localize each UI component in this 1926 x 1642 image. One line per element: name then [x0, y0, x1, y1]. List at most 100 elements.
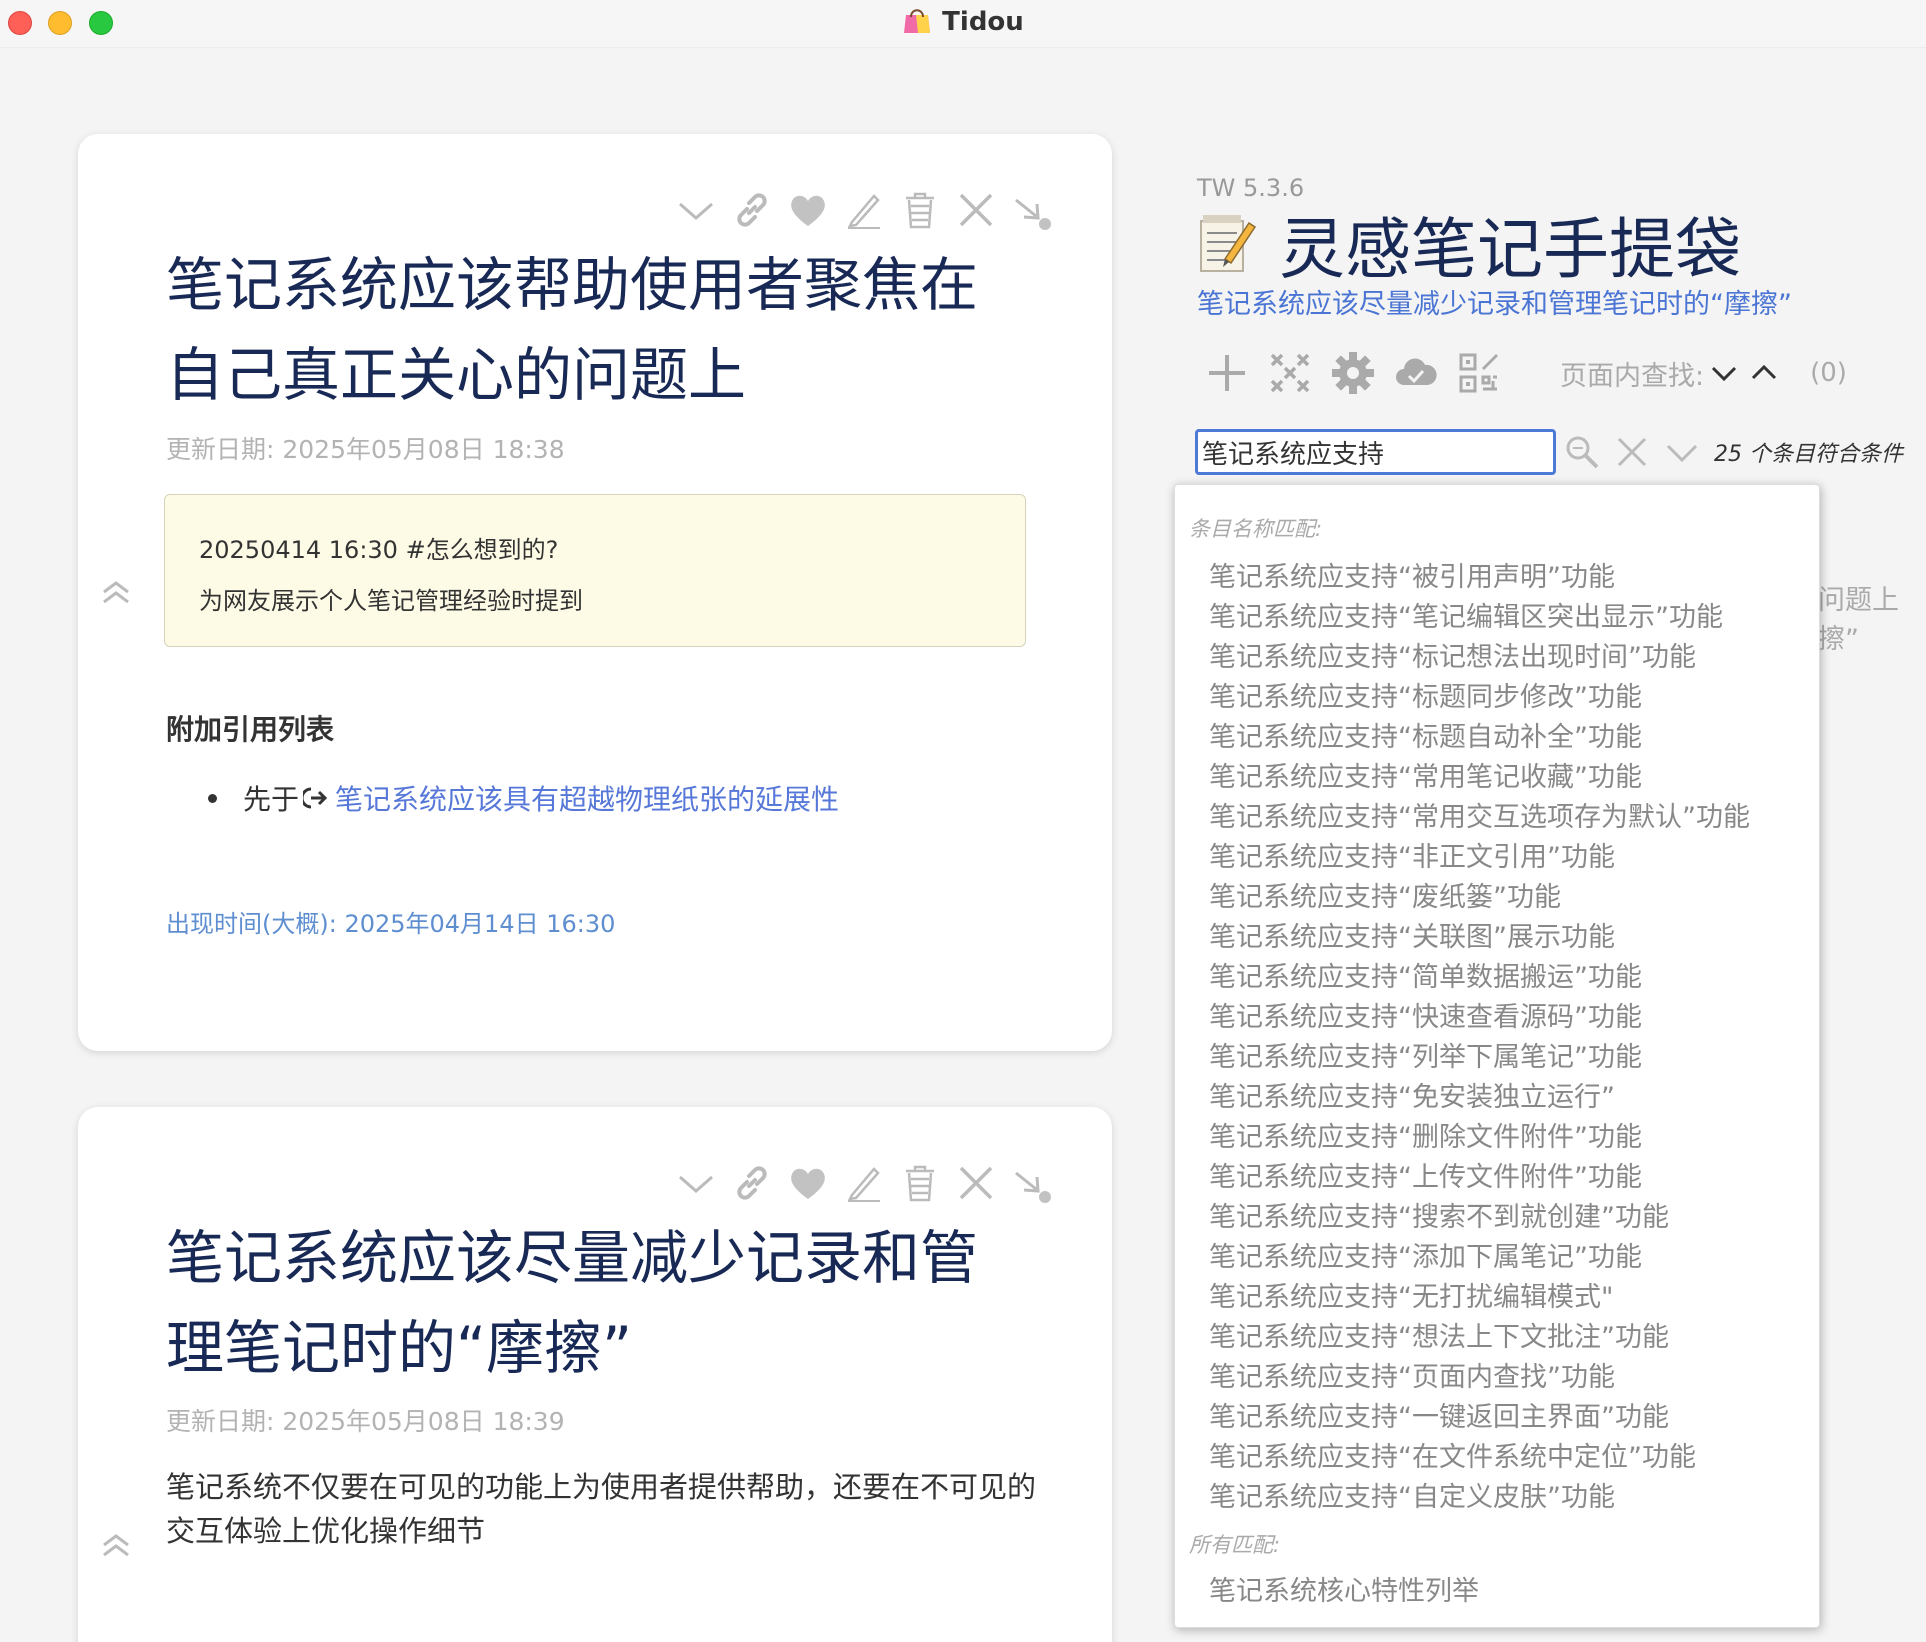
search-result-item[interactable]: 笔记系统应支持“标题自动补全”功能 [1209, 715, 1642, 754]
memo-icon [1195, 213, 1257, 275]
find-prev-button[interactable] [1744, 353, 1784, 393]
chevron-down-icon [679, 202, 713, 220]
search-result-item[interactable]: 笔记系统应支持“一键返回主界面”功能 [1209, 1395, 1669, 1434]
app-window: Tidou 笔记系统应该帮助使用者聚焦在 自己真正关心的问题上 更新日期: 20… [0, 0, 1926, 1642]
favorite-button[interactable] [780, 184, 836, 236]
link-icon [737, 193, 767, 227]
tiddler-title: 笔记系统应该尽量减少记录和管 理笔记时的“摩擦” [166, 1213, 1026, 1393]
search-result-item[interactable]: 笔记系统应支持“非正文引用”功能 [1209, 835, 1615, 874]
pencil-icon [847, 194, 880, 229]
qr-code-icon [1459, 353, 1498, 393]
search-result-item[interactable]: 笔记系统应支持“废纸篓”功能 [1209, 875, 1561, 914]
permalink-button[interactable] [724, 184, 780, 236]
chevron-down-icon [1666, 444, 1698, 463]
search-result-item[interactable]: 笔记系统应支持“上传文件附件”功能 [1209, 1155, 1642, 1194]
tiddler-body: 笔记系统不仅要在可见的功能上为使用者提供帮助，还要在不可见的交互体验上优化操作细… [166, 1470, 1037, 1548]
trash-icon [906, 192, 934, 229]
search-result-item[interactable]: 笔记系统应支持“标题同步修改”功能 [1209, 675, 1642, 714]
search-result-item[interactable]: 笔记系统应支持“自定义皮肤”功能 [1209, 1475, 1615, 1514]
search-result-item[interactable]: 笔记系统应支持“搜索不到就创建”功能 [1209, 1195, 1669, 1234]
close-tiddler-button[interactable] [948, 1157, 1004, 1209]
site-title-text: 灵感笔记手提袋 [1279, 211, 1741, 288]
search-result-item[interactable]: 笔记系统应支持“添加下属笔记”功能 [1209, 1235, 1642, 1274]
new-tiddler-button[interactable] [1195, 346, 1258, 400]
ref-link[interactable]: 笔记系统应该具有超越物理纸张的延展性 [335, 778, 839, 818]
qr-code-button[interactable] [1447, 346, 1510, 400]
edit-button[interactable] [836, 1157, 892, 1209]
clear-search-button[interactable] [1608, 428, 1656, 476]
bullet [208, 793, 217, 803]
search-result-item[interactable]: 笔记系统应支持“常用交互选项存为默认”功能 [1209, 795, 1750, 834]
cloud-icon [1395, 358, 1437, 385]
find-count: (0) [1810, 358, 1847, 388]
modified-date: 更新日期: 2025年05月08日 18:38 [166, 435, 565, 464]
close-all-button[interactable] [1258, 346, 1321, 400]
save-wiki-button[interactable] [1384, 346, 1447, 400]
title-matches-heading: 条目名称匹配: [1189, 517, 1323, 541]
search-result-item[interactable]: 笔记系统应支持“免安装独立运行” [1209, 1075, 1615, 1114]
more-actions-button[interactable] [1004, 1157, 1060, 1209]
window-title: Tidou [0, 6, 1926, 37]
double-chevron-up-icon[interactable] [98, 1527, 134, 1563]
fold-button[interactable] [668, 184, 724, 236]
heart-icon [791, 195, 825, 226]
ref-prefix: 先于 [243, 783, 300, 816]
close-tiddler-button[interactable] [948, 184, 1004, 236]
advanced-search-button[interactable] [1558, 428, 1606, 476]
more-actions-button[interactable] [1004, 184, 1060, 236]
tiddler-card: 笔记系统应该帮助使用者聚焦在 自己真正关心的问题上 更新日期: 2025年05月… [78, 134, 1112, 1051]
close-icon [959, 193, 993, 227]
tiddler-toolbar [668, 184, 1060, 236]
search-dropdown-toggle[interactable] [1658, 428, 1706, 476]
search-result-item[interactable]: 笔记系统核心特性列举 [1209, 1569, 1479, 1608]
favorite-button[interactable] [780, 1157, 836, 1209]
delete-button[interactable] [892, 184, 948, 236]
chevron-down-icon [679, 1175, 713, 1193]
refs-heading: 附加引用列表 [166, 713, 335, 746]
search-result-item[interactable]: 笔记系统应支持“页面内查找”功能 [1209, 1355, 1615, 1394]
search-result-item[interactable]: 笔记系统应支持“想法上下文批注”功能 [1209, 1315, 1669, 1354]
search-result-item[interactable]: 笔记系统应支持“简单数据搬运”功能 [1209, 955, 1642, 994]
trash-icon [906, 1165, 934, 1202]
appear-time: 出现时间(大概): 2025年04月14日 16:30 [166, 910, 616, 938]
find-label: 页面内查找: [1560, 360, 1705, 392]
window-title-text: Tidou [942, 7, 1024, 37]
drag-arrow-icon [1015, 198, 1051, 230]
note-line: 20250414 16:30 #怎么想到的? [199, 536, 559, 564]
search-result-item[interactable]: 笔记系统应支持“在文件系统中定位”功能 [1209, 1435, 1696, 1474]
search-result-item[interactable]: 笔记系统应支持“关联图”展示功能 [1209, 915, 1615, 954]
obscured-text: 问题上 [1818, 585, 1899, 616]
obscured-text: 擦” [1818, 624, 1859, 655]
search-result-item[interactable]: 笔记系统应支持“快速查看源码”功能 [1209, 995, 1642, 1034]
tiddler-title: 笔记系统应该帮助使用者聚焦在 自己真正关心的问题上 [166, 240, 1026, 420]
search-result-item[interactable]: 笔记系统应支持“无打扰编辑模式" [1209, 1275, 1613, 1314]
search-result-item[interactable]: 笔记系统应支持“被引用声明”功能 [1209, 555, 1615, 594]
permalink-button[interactable] [724, 1157, 780, 1209]
sidebar-toolbar: 页面内查找: (0) [1195, 346, 1847, 400]
note-box: 20250414 16:30 #怎么想到的? 为网友展示个人笔记管理经验时提到 [164, 494, 1026, 647]
search-result-item[interactable]: 笔记系统应支持“删除文件附件”功能 [1209, 1115, 1642, 1154]
tiddler-title-line: 理笔记时的“摩擦” [166, 1314, 633, 1382]
site-title: 灵感笔记手提袋 [1195, 196, 1741, 292]
search-result-item[interactable]: 笔记系统应支持“笔记编辑区突出显示”功能 [1209, 595, 1723, 634]
search-input[interactable] [1195, 429, 1556, 475]
close-all-icon [1270, 353, 1309, 393]
ref-list-item: 先于 笔记系统应该具有超越物理纸张的延展性 [208, 778, 839, 818]
search-icon [1566, 436, 1599, 469]
delete-button[interactable] [892, 1157, 948, 1209]
search-result-item[interactable]: 笔记系统应支持“常用笔记收藏”功能 [1209, 755, 1642, 794]
fold-button[interactable] [668, 1157, 724, 1209]
chevron-down-icon [1712, 366, 1737, 382]
search-result-item[interactable]: 笔记系统应支持“标记想法出现时间”功能 [1209, 635, 1696, 674]
search-result-item[interactable]: 笔记系统应支持“列举下属笔记”功能 [1209, 1035, 1642, 1074]
edit-button[interactable] [836, 184, 892, 236]
double-chevron-up-icon[interactable] [98, 574, 134, 610]
control-panel-button[interactable] [1321, 346, 1384, 400]
close-icon [1617, 437, 1647, 467]
drag-arrow-icon [1015, 1171, 1051, 1203]
site-subtitle: 笔记系统应该尽量减少记录和管理笔记时的“摩擦” [1197, 289, 1792, 320]
gear-icon [1331, 352, 1374, 394]
search-results-dropdown: 条目名称匹配: 笔记系统应支持“被引用声明”功能 笔记系统应支持“笔记编辑区突出… [1174, 484, 1820, 1628]
shopping-bag-icon [902, 6, 932, 34]
find-next-button[interactable] [1704, 353, 1744, 393]
